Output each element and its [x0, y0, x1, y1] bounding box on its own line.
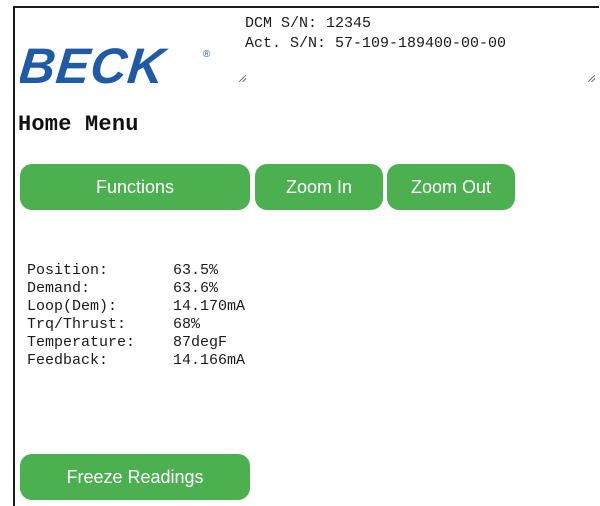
reading-label: Position:: [27, 262, 109, 279]
actuator-serial: Act. S/N: 57-109-189400-00-00: [245, 35, 507, 52]
reading-row: Trq/Thrust: 68%: [27, 316, 245, 334]
zoom-out-button[interactable]: Zoom Out: [387, 164, 515, 210]
reading-label: Loop(Dem):: [27, 298, 118, 315]
reading-value: 63.5%: [173, 262, 219, 279]
reading-row: Loop(Dem): 14.170mA: [27, 298, 245, 316]
zoom-in-button[interactable]: Zoom In: [255, 164, 383, 210]
resize-grip-icon[interactable]: [239, 75, 246, 82]
resize-grip-icon[interactable]: [588, 75, 595, 82]
reading-row: Demand: 63.6%: [27, 280, 245, 298]
beck-logo: BECK ®: [20, 41, 211, 87]
reading-row: Feedback: 14.166mA: [27, 352, 245, 370]
reading-value: 63.6%: [173, 280, 219, 297]
reading-label: Trq/Thrust:: [27, 316, 127, 333]
readings-list: Position: 63.5% Demand: 63.6% Loop(Dem):…: [27, 262, 245, 370]
reading-value: 14.166mA: [173, 352, 246, 369]
functions-button[interactable]: Functions: [20, 164, 250, 210]
reading-row: Position: 63.5%: [27, 262, 245, 280]
reading-label: Feedback:: [27, 352, 109, 369]
dcm-serial: DCM S/N: 12345: [245, 15, 372, 32]
freeze-readings-button[interactable]: Freeze Readings: [20, 454, 250, 500]
serial-number-textarea[interactable]: DCM S/N: 12345 Act. S/N: 57-109-189400-0…: [235, 8, 598, 90]
reading-row: Temperature: 87degF: [27, 334, 245, 352]
reading-label: Demand:: [27, 280, 91, 297]
reading-value: 14.170mA: [173, 298, 246, 315]
logo-text: BECK: [20, 41, 171, 87]
page-title: Home Menu: [18, 112, 139, 137]
device-panel: BECK ® DCM S/N: 12345 Act. S/N: 57-109-1…: [13, 6, 599, 506]
registered-mark: ®: [203, 49, 211, 60]
reading-value: 68%: [173, 316, 201, 333]
reading-label: Temperature:: [27, 334, 136, 351]
reading-value: 87degF: [173, 334, 228, 351]
